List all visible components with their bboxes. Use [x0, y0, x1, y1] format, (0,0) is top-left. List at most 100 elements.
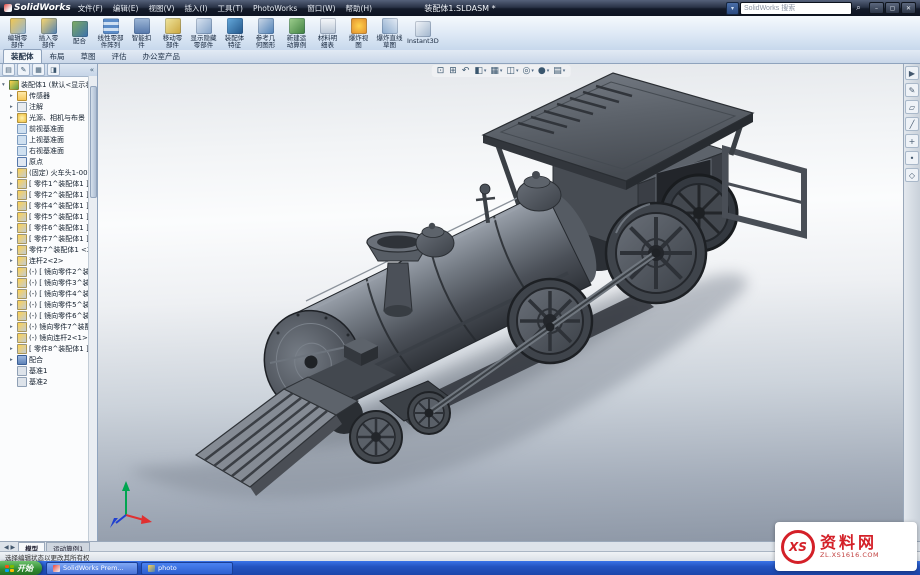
tree-scrollbar-thumb[interactable]: [90, 86, 97, 198]
tree-item[interactable]: ▸ [ 零件4^装配体1 ]<1>: [0, 200, 89, 211]
tree-expander-icon[interactable]: ▾: [2, 82, 7, 88]
tree-item[interactable]: ▸ [ 零件1^装配体1 ]<1>: [0, 178, 89, 189]
tree-item[interactable]: ▸ 连杆2<2>: [0, 255, 89, 266]
taskbar-task-button[interactable]: photo: [141, 561, 233, 575]
tree-expander-icon[interactable]: ▸: [10, 192, 15, 198]
toolbar-button[interactable]: 线性零部 件阵列: [95, 17, 126, 49]
tree-expander-icon[interactable]: ▸: [10, 170, 15, 176]
tree-item[interactable]: 基准2: [0, 376, 89, 387]
headsup-button[interactable]: ● ▾: [538, 66, 549, 76]
search-input[interactable]: [740, 1, 852, 15]
toolbar-button[interactable]: 新建运 动算例: [281, 17, 312, 49]
tree-expander-icon[interactable]: ▸: [10, 258, 15, 264]
tree-item[interactable]: ▸ 注解: [0, 101, 89, 112]
search-icon[interactable]: ⌕: [853, 3, 864, 14]
menu-item[interactable]: 插入(I): [179, 2, 212, 15]
headsup-button[interactable]: ◫ ▾: [506, 66, 518, 76]
tree-expander-icon[interactable]: ▸: [10, 115, 15, 121]
locomotive-model-3d[interactable]: [98, 63, 904, 541]
tree-item[interactable]: 右视基准面: [0, 145, 89, 156]
tree-item[interactable]: ▸ 配合: [0, 354, 89, 365]
tree-expander-icon[interactable]: ▸: [10, 324, 15, 330]
headsup-button[interactable]: ⊞: [449, 66, 458, 76]
tree-expander-icon[interactable]: ▸: [10, 225, 15, 231]
tree-expander-icon[interactable]: ▸: [10, 104, 15, 110]
tree-expander-icon[interactable]: ▸: [10, 291, 15, 297]
tree-expander-icon[interactable]: ▸: [10, 357, 15, 363]
tree-expander-icon[interactable]: ▸: [10, 203, 15, 209]
minimize-button[interactable]: –: [869, 2, 884, 14]
featuremanager-tab-icon[interactable]: ▤: [2, 63, 15, 76]
menu-item[interactable]: 文件(F): [73, 2, 108, 15]
toolbar-button[interactable]: 编辑零 部件: [2, 17, 33, 49]
tree-expander-icon[interactable]: ▸: [10, 236, 15, 242]
tree-expander-icon[interactable]: ▸: [10, 280, 15, 286]
tree-item[interactable]: ▸ [ 零件2^装配体1 ]<1>: [0, 189, 89, 200]
ribbon-tab[interactable]: 评估: [104, 49, 135, 63]
menu-item[interactable]: 工具(T): [213, 2, 248, 15]
headsup-button[interactable]: ▤ ▾: [553, 66, 565, 76]
menu-item[interactable]: 视图(V): [143, 2, 179, 15]
tree-item[interactable]: ▸ [ 零件8^装配体1 ]<1>: [0, 343, 89, 354]
menu-item[interactable]: 编辑(E): [108, 2, 144, 15]
toolbar-button[interactable]: 爆炸直线 草图: [374, 17, 405, 49]
toolbar-button[interactable]: 材料明 细表: [312, 17, 343, 49]
toolbar-button[interactable]: 参考几 何图形: [250, 17, 281, 49]
mate-reference-icon[interactable]: ◇: [905, 168, 919, 182]
tree-item[interactable]: ▸ 传感器: [0, 90, 89, 101]
tree-item[interactable]: ▸ [ 零件7^装配体1 ]<1>: [0, 233, 89, 244]
tree-item[interactable]: ▸ (-) [ 镜向零件4^装配体1 ]<1>: [0, 288, 89, 299]
tree-item[interactable]: ▸ 零件7^装配体1 <2>: [0, 244, 89, 255]
headsup-button[interactable]: ▦ ▾: [490, 66, 502, 76]
tree-expander-icon[interactable]: ▸: [10, 181, 15, 187]
search-chevron-icon[interactable]: ▾: [726, 1, 739, 15]
menu-item[interactable]: 帮助(H): [341, 2, 378, 15]
headsup-button[interactable]: ⊡: [437, 66, 446, 76]
toolbar-button[interactable]: 装配体 特征: [219, 17, 250, 49]
tree-expander-icon[interactable]: ▸: [10, 313, 15, 319]
ribbon-tab[interactable]: 装配体: [3, 49, 42, 63]
tree-expander-icon[interactable]: ▸: [10, 302, 15, 308]
toolbar-button[interactable]: 移动零 部件: [157, 17, 188, 49]
tree-item[interactable]: ▸ (-) [ 镜向零件6^装配体1 ]<1>: [0, 310, 89, 321]
tree-item[interactable]: ▸ 光源、相机与布景: [0, 112, 89, 123]
tree-item[interactable]: ▸ [ 零件5^装配体1 ]<1>: [0, 211, 89, 222]
toolbar-button[interactable]: 配合: [64, 17, 95, 49]
ribbon-tab[interactable]: 草图: [73, 49, 104, 63]
tree-item[interactable]: ▸ [ 零件6^装配体1 ]<1>: [0, 222, 89, 233]
tree-item[interactable]: 前视基准面: [0, 123, 89, 134]
tree-expander-icon[interactable]: ▸: [10, 214, 15, 220]
plane-icon[interactable]: ▱: [905, 100, 919, 114]
point-icon[interactable]: •: [905, 151, 919, 165]
ribbon-tab[interactable]: 办公室产品: [135, 49, 189, 63]
toolbar-button[interactable]: 智能扣 件: [126, 17, 157, 49]
tree-expander-icon[interactable]: ▸: [10, 247, 15, 253]
tab-scroll-arrows-icon[interactable]: ◀ ▶: [2, 544, 17, 551]
tree-item[interactable]: ▾ 装配体1 (默认<显示状态-1>): [0, 79, 89, 90]
tree-expander-icon[interactable]: ▸: [10, 93, 15, 99]
tree-item[interactable]: ▸ (-) [ 镜向零件2^装配体1 ]<1>: [0, 266, 89, 277]
tree-item[interactable]: 上视基准面: [0, 134, 89, 145]
headsup-button[interactable]: ◎ ▾: [522, 66, 533, 76]
tree-item[interactable]: ▸ (-) 镜向连杆2<1>: [0, 332, 89, 343]
toolbar-button[interactable]: 显示隐藏 零部件: [188, 17, 219, 49]
tree-expander-icon[interactable]: ▸: [10, 269, 15, 275]
headsup-button[interactable]: ↶: [462, 66, 471, 76]
select-icon[interactable]: ▶: [905, 66, 919, 80]
dimxpert-tab-icon[interactable]: ◨: [47, 63, 60, 76]
tree-item[interactable]: ▸ (-) [ 镜向零件5^装配体1 ]<1>: [0, 299, 89, 310]
panel-collapse-icon[interactable]: «: [90, 66, 95, 74]
menu-item[interactable]: 窗口(W): [302, 2, 340, 15]
coordinate-system-icon[interactable]: +: [905, 134, 919, 148]
headsup-button[interactable]: ◧ ▾: [474, 66, 486, 76]
tree-scrollbar[interactable]: [88, 76, 97, 541]
tree-item[interactable]: 基准1: [0, 365, 89, 376]
close-button[interactable]: ✕: [901, 2, 916, 14]
axis-icon[interactable]: ╱: [905, 117, 919, 131]
graphics-viewport[interactable]: ⊡ ⊞ ↶ ◧ ▾ ▦ ▾ ◫ ▾ ◎ ▾ ● ▾ ▤ ▾: [98, 63, 904, 541]
taskbar-task-button[interactable]: SolidWorks Prem...: [46, 561, 138, 575]
start-button[interactable]: 开始: [0, 561, 42, 575]
configurationmanager-tab-icon[interactable]: ▦: [32, 63, 45, 76]
tree-item[interactable]: ▸ (固定) 火车头1-001<1>: [0, 167, 89, 178]
tree-expander-icon[interactable]: ▸: [10, 335, 15, 341]
